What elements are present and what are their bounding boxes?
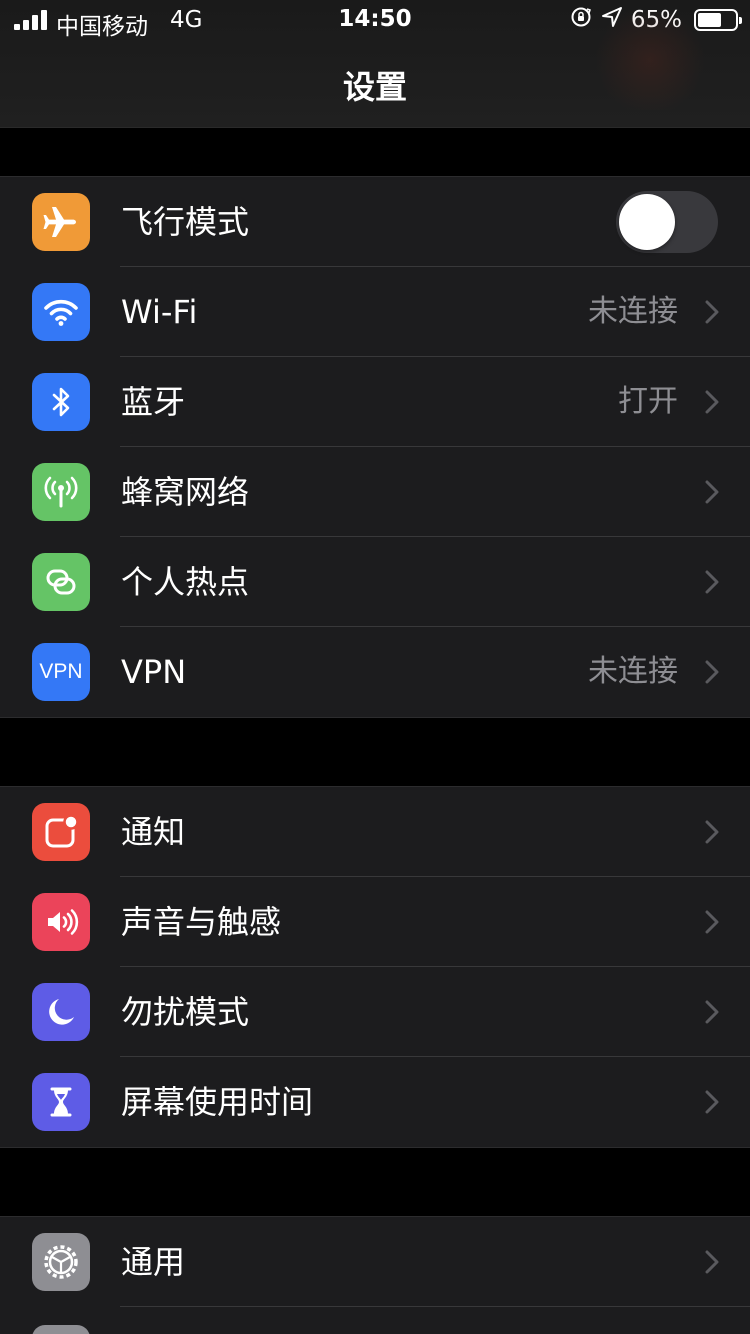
settings-row-label: 蜂窝网络 <box>121 473 250 511</box>
notifications-icon <box>32 803 90 861</box>
settings-row-screen-time[interactable]: 屏幕使用时间 <box>0 1057 750 1147</box>
wifi-icon <box>32 283 90 341</box>
control-center-icon <box>32 1325 90 1334</box>
moon-icon <box>32 983 90 1041</box>
location-icon <box>601 6 623 34</box>
settings-row-label: 通用 <box>121 1243 186 1281</box>
chevron-right-icon <box>705 1000 719 1024</box>
chevron-right-icon <box>705 300 719 324</box>
settings-row-label: 个人热点 <box>121 563 250 601</box>
chevron-right-icon <box>705 480 719 504</box>
settings-row-personal-hotspot[interactable]: 个人热点 <box>0 537 750 627</box>
hourglass-icon <box>32 1073 90 1131</box>
chevron-right-icon <box>705 570 719 594</box>
settings-row-label: 屏幕使用时间 <box>121 1083 314 1121</box>
settings-row-label: VPN <box>121 653 187 691</box>
settings-row-bluetooth[interactable]: 蓝牙 打开 <box>0 357 750 447</box>
vpn-status-value: 未连接 <box>588 654 678 689</box>
hotspot-icon <box>32 553 90 611</box>
settings-row-sounds-haptics[interactable]: 声音与触感 <box>0 877 750 967</box>
settings-row-label: 声音与触感 <box>121 903 282 941</box>
vpn-icon-text: VPN <box>39 660 83 683</box>
airplane-icon <box>32 193 90 251</box>
settings-row-notifications[interactable]: 通知 <box>0 787 750 877</box>
cellular-icon <box>32 463 90 521</box>
settings-row-label: 飞行模式 <box>121 203 250 241</box>
status-time: 14:50 <box>338 6 412 32</box>
bluetooth-status-value: 打开 <box>618 384 678 419</box>
settings-row-airplane-mode[interactable]: 飞行模式 <box>0 177 750 267</box>
sound-icon <box>32 893 90 951</box>
settings-row-cellular[interactable]: 蜂窝网络 <box>0 447 750 537</box>
settings-row-label: 通知 <box>121 813 186 851</box>
status-bar: 中国移动 4G 14:50 65% <box>0 0 750 40</box>
chevron-right-icon <box>705 1250 719 1274</box>
settings-screen: 中国移动 4G 14:50 65% 设置 飞行模式 Wi-Fi 未连接 蓝牙 打… <box>0 0 750 1334</box>
general-group: 通用 <box>0 1216 750 1334</box>
toggle-knob <box>619 194 675 250</box>
settings-row-label: 蓝牙 <box>121 383 186 421</box>
orientation-lock-icon <box>569 5 593 35</box>
settings-row-wifi[interactable]: Wi-Fi 未连接 <box>0 267 750 357</box>
gear-icon <box>32 1233 90 1291</box>
chevron-right-icon <box>705 910 719 934</box>
battery-percent: 65% <box>630 7 682 33</box>
chevron-right-icon <box>705 390 719 414</box>
connectivity-group: 飞行模式 Wi-Fi 未连接 蓝牙 打开 蜂窝网络 个人热点 VPN VPN 未… <box>0 176 750 718</box>
notifications-group: 通知 声音与触感 勿扰模式 屏幕使用时间 <box>0 786 750 1148</box>
wifi-status-value: 未连接 <box>588 294 678 329</box>
airplane-mode-toggle[interactable] <box>616 191 718 253</box>
navigation-header: 中国移动 4G 14:50 65% 设置 <box>0 0 750 128</box>
settings-row-do-not-disturb[interactable]: 勿扰模式 <box>0 967 750 1057</box>
settings-row-general[interactable]: 通用 <box>0 1217 750 1307</box>
vpn-icon: VPN <box>32 643 90 701</box>
chevron-right-icon <box>705 1090 719 1114</box>
chevron-right-icon <box>705 660 719 684</box>
settings-row-label: 勿扰模式 <box>121 993 250 1031</box>
battery-icon <box>694 9 742 31</box>
settings-row-label: Wi-Fi <box>121 293 198 331</box>
settings-row-partial[interactable] <box>0 1307 750 1334</box>
settings-row-vpn[interactable]: VPN VPN 未连接 <box>0 627 750 717</box>
page-title: 设置 <box>342 68 407 106</box>
bluetooth-icon <box>32 373 90 431</box>
chevron-right-icon <box>705 820 719 844</box>
